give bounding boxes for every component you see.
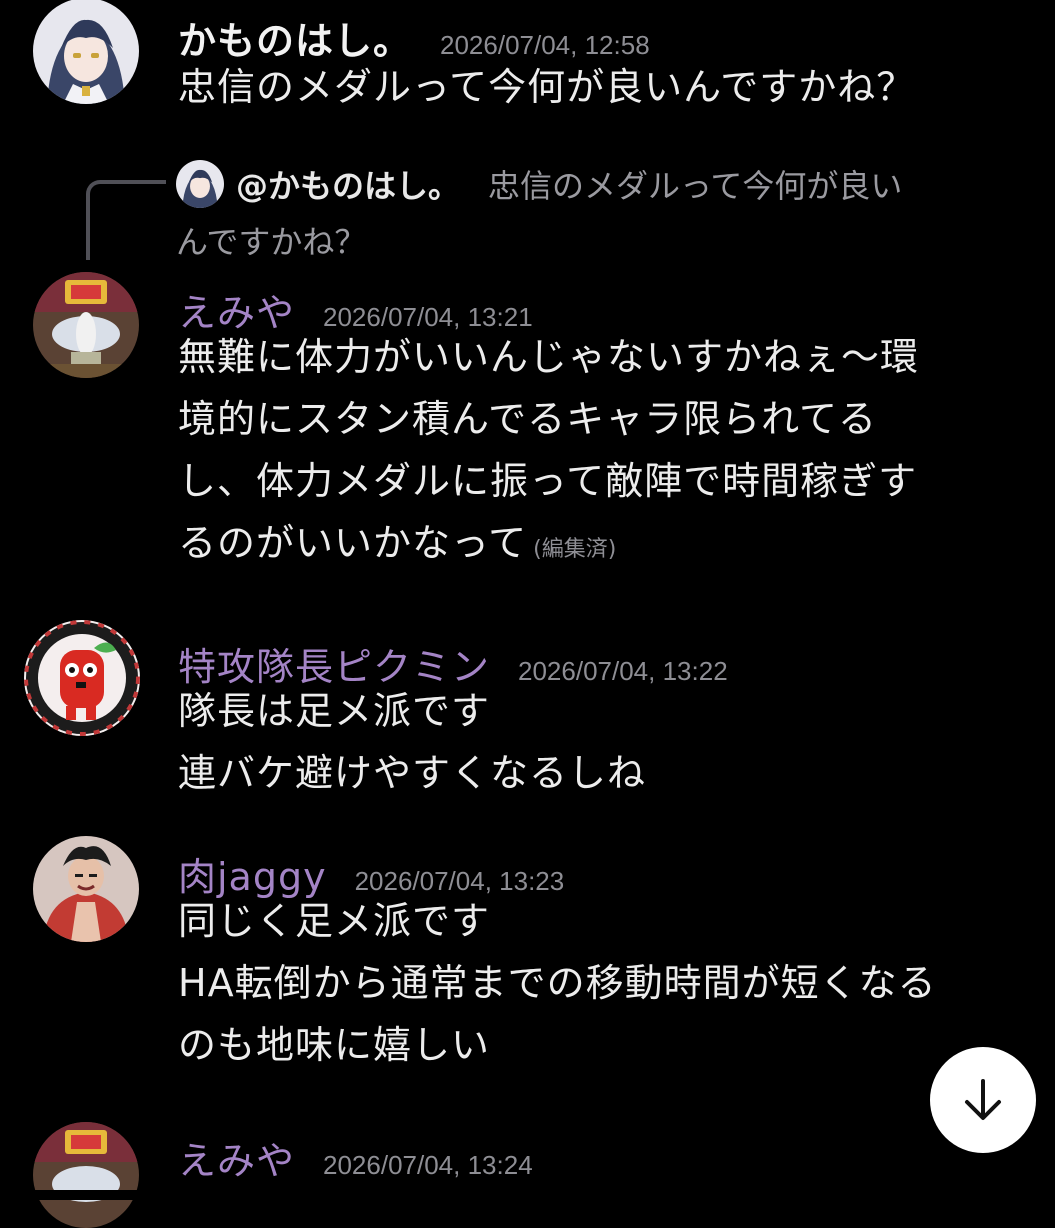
- message-line: 無難に体力がいいんじゃないすかねぇ～環: [178, 335, 920, 379]
- avatar-pikmin[interactable]: [24, 620, 140, 736]
- message-line-text: るのがいいかなって: [178, 521, 528, 565]
- reply-connector: [86, 180, 166, 260]
- bottom-edge: [0, 1190, 1055, 1200]
- avatar-emiya[interactable]: [33, 1122, 139, 1228]
- timestamp: 2026/07/04, 13:24: [323, 1150, 533, 1180]
- muscle-character-avatar-icon: [33, 836, 139, 942]
- scroll-to-bottom-button[interactable]: [930, 1047, 1036, 1153]
- game-character-avatar-icon: [33, 272, 139, 378]
- message-text: 無難に体力がいいんじゃないすかねぇ～環 境的にスタン積んでるキャラ限られてる し…: [178, 326, 1028, 581]
- arrow-down-icon: [965, 1079, 1001, 1120]
- message-header: えみや 2026/07/04, 13:24: [178, 1130, 533, 1185]
- message-line: るのがいいかなって (編集済): [178, 512, 1028, 581]
- anime-girl-avatar-icon: [33, 0, 139, 104]
- edited-label: (編集済): [533, 537, 617, 562]
- message-line: 連バケ避けやすくなるしね: [178, 751, 647, 795]
- message-line: 同じく足メ派です: [178, 899, 491, 943]
- message-text: 隊長は足メ派です 連バケ避けやすくなるしね: [178, 680, 1028, 804]
- game-character-avatar-icon: [33, 1122, 139, 1228]
- message-line: のも地味に嬉しい: [178, 1023, 491, 1067]
- message-line: 境的にスタン積んでるキャラ限られてる: [178, 397, 877, 441]
- avatar-kamonohashi[interactable]: [33, 0, 139, 104]
- message-line: 隊長は足メ派です: [178, 689, 491, 733]
- reply-avatar: [176, 160, 224, 208]
- reply-text-line2: んですかね？: [176, 223, 367, 261]
- reply-preview[interactable]: @かものはし。 忠信のメダルって今何が良い んですかね？: [176, 158, 1016, 270]
- reply-author[interactable]: @かものはし。: [236, 167, 460, 205]
- anime-girl-avatar-icon: [176, 160, 224, 208]
- message-line: HA転倒から通常までの移動時間が短くなる: [178, 961, 937, 1005]
- avatar-nikujaggy[interactable]: [33, 836, 139, 942]
- message-text: 同じく足メ派です HA転倒から通常までの移動時間が短くなる のも地味に嬉しい: [178, 890, 1028, 1076]
- message-line: 忠信のメダルって今何が良いんですかね？: [178, 65, 916, 109]
- red-pikmin-avatar-icon: [24, 620, 140, 736]
- reply-text-line1: 忠信のメダルって今何が良い: [488, 167, 903, 205]
- author-name[interactable]: えみや: [178, 1130, 295, 1185]
- avatar-emiya[interactable]: [33, 272, 139, 378]
- message-line: し、体力メダルに振って敵陣で時間稼ぎす: [178, 459, 918, 503]
- message-text: 忠信のメダルって今何が良いんですかね？: [178, 56, 1028, 118]
